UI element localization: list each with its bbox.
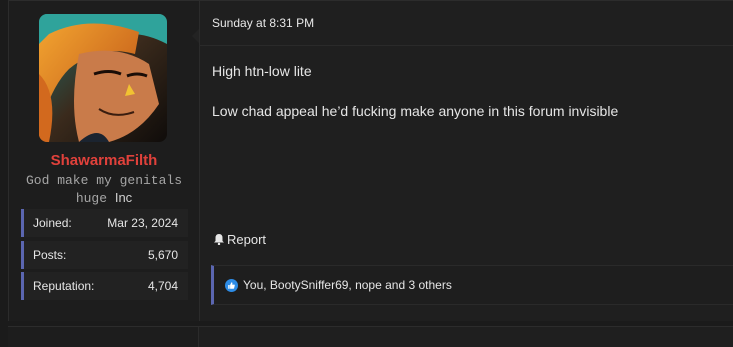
- post-content: Sunday at 8:31 PM High htn-low lite Low …: [192, 1, 733, 321]
- stat-value: 4,704: [147, 279, 178, 293]
- stat-label: Reputation:: [33, 279, 95, 293]
- user-title: God make my genitals huge Inc: [19, 172, 189, 207]
- bell-icon: [214, 234, 224, 245]
- next-post-user-panel: [8, 327, 199, 347]
- avatar-image: [39, 14, 167, 142]
- reactions-text[interactable]: You, BootySniffer69, nope and 3 others: [243, 278, 452, 292]
- user-title-text: God make my genitals huge: [25, 173, 183, 206]
- report-button[interactable]: Report: [213, 232, 266, 247]
- post-timestamp[interactable]: Sunday at 8:31 PM: [212, 16, 314, 30]
- stat-reputation: Reputation: 4,704: [21, 272, 188, 300]
- post-meta: Sunday at 8:31 PM: [199, 1, 733, 46]
- next-post: [8, 326, 733, 347]
- post: ShawarmaFilth God make my genitals huge …: [8, 0, 733, 321]
- post-arrow: [192, 29, 199, 43]
- post-line: High htn-low lite: [212, 63, 312, 79]
- user-title-suffix: Inc: [114, 190, 133, 205]
- user-info-panel: ShawarmaFilth God make my genitals huge …: [9, 1, 200, 321]
- avatar[interactable]: [39, 14, 167, 142]
- stat-value: Mar 23, 2024: [107, 216, 178, 230]
- reactions-bar[interactable]: You, BootySniffer69, nope and 3 others: [211, 265, 733, 305]
- post-line: Low chad appeal he’d fucking make anyone…: [212, 103, 619, 119]
- post-body: High htn-low lite Low chad appeal he’d f…: [212, 61, 733, 141]
- like-icon: [225, 279, 238, 292]
- stat-posts: Posts: 5,670: [21, 241, 188, 269]
- stat-joined: Joined: Mar 23, 2024: [21, 209, 188, 237]
- stat-label: Posts:: [33, 248, 67, 262]
- stat-value: 5,670: [147, 248, 178, 262]
- report-label: Report: [227, 232, 267, 247]
- stat-label: Joined:: [33, 216, 72, 230]
- username[interactable]: ShawarmaFilth: [9, 152, 199, 169]
